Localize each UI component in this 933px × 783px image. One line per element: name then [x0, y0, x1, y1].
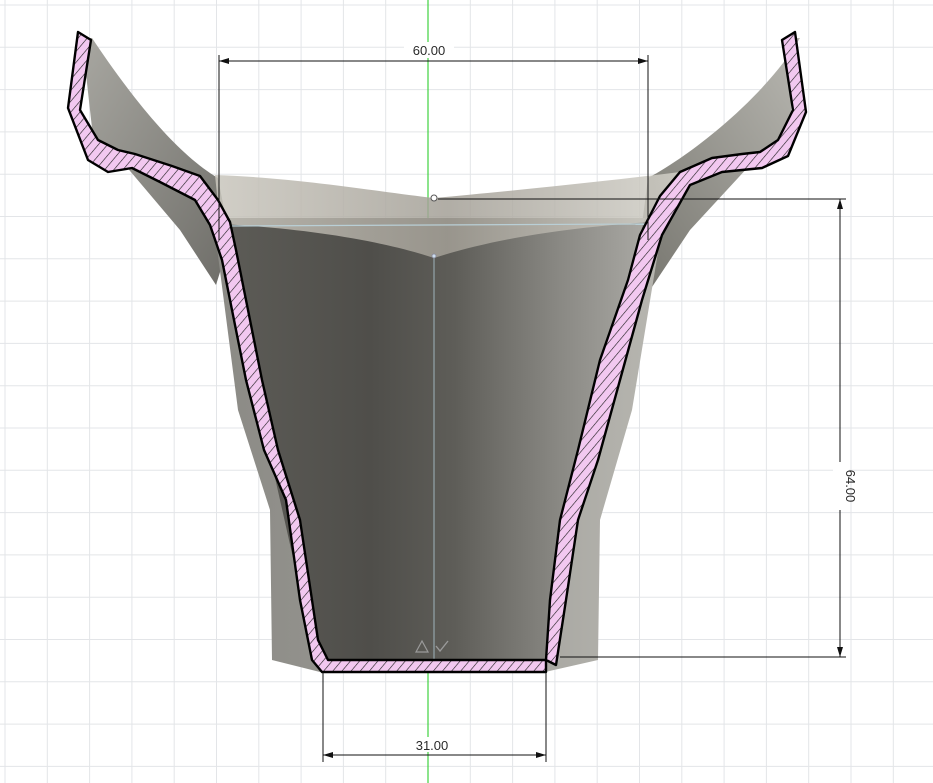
cad-viewport[interactable]: 60.00 64.00 31.00 — [0, 0, 933, 783]
dimension-bottom-width-label: 31.00 — [416, 738, 449, 753]
dimension-top-width-label: 60.00 — [413, 43, 446, 58]
part-body[interactable] — [82, 38, 800, 672]
dimension-height-label: 64.00 — [843, 470, 858, 503]
center-point-marker-lower[interactable] — [431, 253, 437, 259]
center-point-marker[interactable] — [430, 194, 438, 202]
